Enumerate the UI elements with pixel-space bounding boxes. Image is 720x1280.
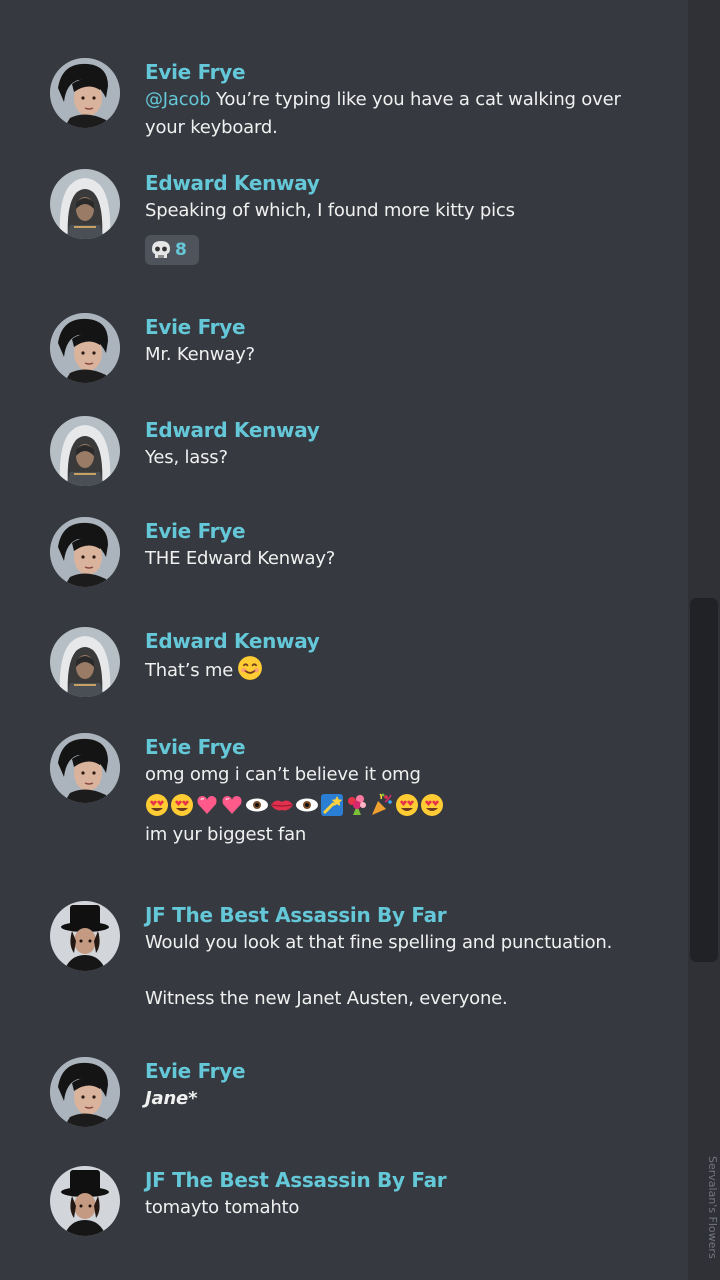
skull-icon <box>151 240 171 259</box>
author-name[interactable]: JF The Best Assassin By Far <box>145 1166 660 1194</box>
avatar[interactable] <box>50 416 120 486</box>
message-text: THE Edward Kenway? <box>145 548 336 569</box>
message-line: @Jacob You’re typing like you have a cat… <box>145 86 660 114</box>
message-text: Mr. Kenway? <box>145 344 255 365</box>
author-name[interactable]: JF The Best Assassin By Far <box>145 901 660 929</box>
heart-eyes-icon <box>171 794 193 816</box>
message-text: That’s me <box>145 660 234 681</box>
avatar[interactable] <box>50 733 120 803</box>
emoji-row <box>145 789 660 821</box>
eye-icon <box>246 798 268 812</box>
message-text: Yes, lass? <box>145 447 228 468</box>
bouquet-icon <box>348 795 366 815</box>
author-name[interactable]: Evie Frye <box>145 1057 660 1085</box>
chat-screen: Servalan's Flowers Evie Frye @Jacob You’… <box>0 0 720 1280</box>
pink-heart-icon <box>221 795 243 815</box>
scrollbar-thumb[interactable] <box>690 598 718 962</box>
author-name[interactable]: Evie Frye <box>145 58 660 86</box>
message-text: Jane* <box>145 1088 198 1109</box>
party-popper-icon <box>371 793 393 816</box>
avatar[interactable] <box>50 901 120 971</box>
heart-eyes-icon <box>396 794 418 816</box>
message-text: your keyboard. <box>145 117 278 138</box>
author-name[interactable]: Edward Kenway <box>145 627 660 655</box>
message-text: Witness the new Janet Austen, everyone. <box>145 988 508 1009</box>
reaction-skull[interactable]: 8 <box>145 235 199 265</box>
author-name[interactable]: Evie Frye <box>145 313 660 341</box>
message-text: Would you look at that fine spelling and… <box>145 932 613 953</box>
author-name[interactable]: Edward Kenway <box>145 169 660 197</box>
eye-icon <box>296 798 318 812</box>
avatar[interactable] <box>50 1166 120 1236</box>
lips-icon <box>270 799 294 812</box>
avatar[interactable] <box>50 313 120 383</box>
smiling-face-icon <box>237 655 263 681</box>
reaction-count: 8 <box>175 240 187 260</box>
message-text: im yur biggest fan <box>145 824 307 845</box>
message-text: omg omg i can’t believe it omg <box>145 764 421 785</box>
pink-heart-icon <box>196 795 218 815</box>
watermark: Servalan's Flowers <box>706 1156 719 1259</box>
author-name[interactable]: Evie Frye <box>145 733 660 761</box>
heart-eyes-icon <box>421 794 443 816</box>
avatar[interactable] <box>50 627 120 697</box>
message-text: tomayto tomahto <box>145 1197 300 1218</box>
message-text: You’re typing like you have a cat walkin… <box>210 89 621 110</box>
author-name[interactable]: Evie Frye <box>145 517 660 545</box>
avatar[interactable] <box>50 517 120 587</box>
author-name[interactable]: Edward Kenway <box>145 416 660 444</box>
avatar[interactable] <box>50 1057 120 1127</box>
avatar[interactable] <box>50 169 120 239</box>
user-mention[interactable]: @Jacob <box>145 89 211 110</box>
message-text: Speaking of which, I found more kitty pi… <box>145 200 515 221</box>
avatar[interactable] <box>50 58 120 128</box>
shooting-star-icon <box>320 793 344 817</box>
heart-eyes-icon <box>146 794 168 816</box>
